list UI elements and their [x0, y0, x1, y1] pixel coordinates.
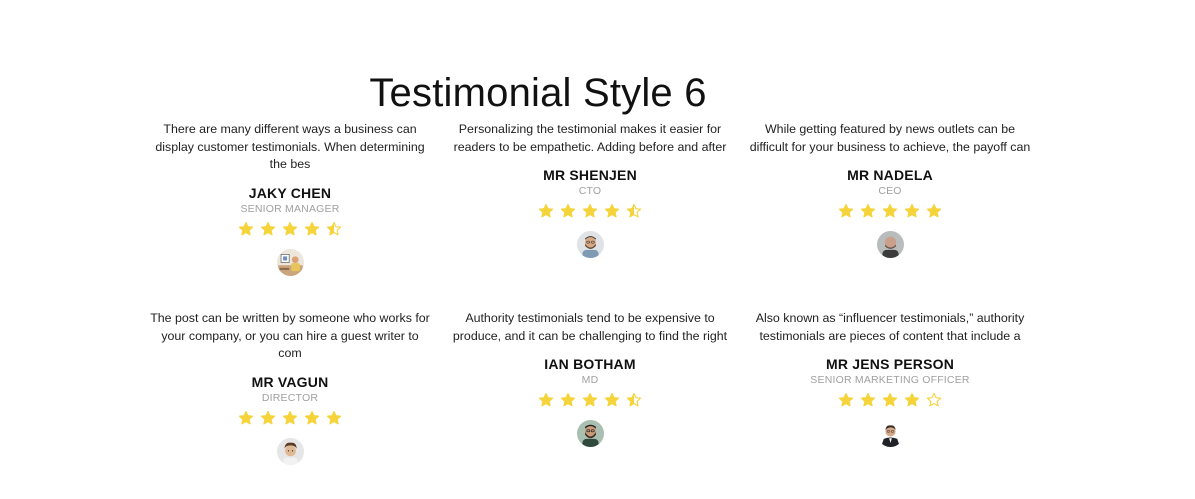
avatar	[876, 420, 904, 448]
star-full-icon	[582, 204, 598, 218]
star-rating	[538, 203, 642, 219]
star-half-icon	[626, 204, 642, 218]
testimonial-name: JAKY CHEN	[248, 185, 332, 202]
avatar	[276, 438, 304, 466]
star-full-icon	[238, 411, 254, 425]
avatar-image	[276, 249, 304, 277]
testimonial-quote: The post can be written by someone who w…	[150, 311, 430, 361]
testimonial-role: MD	[581, 374, 599, 387]
star-full-icon	[538, 393, 554, 407]
star-full-icon	[282, 222, 298, 236]
avatar	[276, 249, 304, 277]
star-full-icon	[860, 204, 876, 218]
star-full-icon	[926, 204, 942, 218]
testimonial-role: CTO	[578, 185, 602, 198]
avatar-image	[276, 438, 304, 466]
testimonial-quote: There are many different ways a business…	[155, 122, 425, 172]
testimonial-name: MR NADELA	[847, 167, 933, 184]
testimonial-card: Personalizing the testimonial makes it e…	[440, 121, 740, 310]
testimonial-role: SENIOR MANAGER	[240, 203, 340, 216]
star-rating	[238, 221, 342, 237]
avatar-image	[576, 420, 604, 448]
testimonial-card: There are many different ways a business…	[140, 121, 440, 310]
star-full-icon	[904, 393, 920, 407]
testimonial-quote: Personalizing the testimonial makes it e…	[453, 122, 727, 154]
star-full-icon	[860, 393, 876, 407]
star-full-icon	[904, 204, 920, 218]
avatar-image	[576, 231, 604, 259]
star-full-icon	[838, 204, 854, 218]
star-rating	[838, 392, 942, 408]
star-full-icon	[538, 204, 554, 218]
testimonial-role: SENIOR MARKETING OFFICER	[810, 374, 970, 387]
avatar	[876, 231, 904, 259]
testimonial-card: Also known as “influencer testimonials,”…	[740, 310, 1040, 499]
star-full-icon	[304, 411, 320, 425]
star-full-icon	[260, 411, 276, 425]
testimonial-name: MR JENS PERSON	[825, 356, 955, 373]
testimonial-row: There are many different ways a business…	[140, 121, 1040, 310]
star-full-icon	[604, 204, 620, 218]
star-full-icon	[604, 393, 620, 407]
testimonial-quote: Also known as “influencer testimonials,”…	[755, 311, 1025, 343]
star-full-icon	[582, 393, 598, 407]
avatar-image	[876, 231, 904, 259]
page-title: Testimonial Style 6	[369, 70, 707, 115]
testimonial-row: The post can be written by someone who w…	[140, 310, 1040, 499]
avatar	[576, 420, 604, 448]
avatar-image	[876, 420, 904, 448]
star-rating	[238, 410, 342, 426]
testimonial-card: Authority testimonials tend to be expens…	[440, 310, 740, 499]
star-full-icon	[838, 393, 854, 407]
testimonial-grid: There are many different ways a business…	[140, 121, 1040, 499]
testimonial-quote: While getting featured by news outlets c…	[749, 122, 1031, 154]
star-full-icon	[260, 222, 276, 236]
star-full-icon	[304, 222, 320, 236]
testimonial-role: CEO	[878, 185, 902, 198]
star-empty-icon	[926, 393, 942, 407]
star-half-icon	[326, 222, 342, 236]
testimonial-quote: Authority testimonials tend to be expens…	[452, 311, 728, 343]
avatar	[576, 231, 604, 259]
testimonial-card: The post can be written by someone who w…	[140, 310, 440, 499]
star-full-icon	[238, 222, 254, 236]
star-full-icon	[560, 393, 576, 407]
testimonial-card: While getting featured by news outlets c…	[740, 121, 1040, 310]
star-rating	[838, 203, 942, 219]
testimonial-name: MR SHENJEN	[543, 167, 637, 184]
star-full-icon	[282, 411, 298, 425]
star-rating	[538, 392, 642, 408]
testimonial-name: MR VAGUN	[251, 374, 329, 391]
star-full-icon	[882, 393, 898, 407]
testimonial-role: DIRECTOR	[261, 392, 319, 405]
star-full-icon	[560, 204, 576, 218]
star-half-icon	[626, 393, 642, 407]
star-full-icon	[882, 204, 898, 218]
star-full-icon	[326, 411, 342, 425]
testimonial-name: IAN BOTHAM	[544, 356, 636, 373]
